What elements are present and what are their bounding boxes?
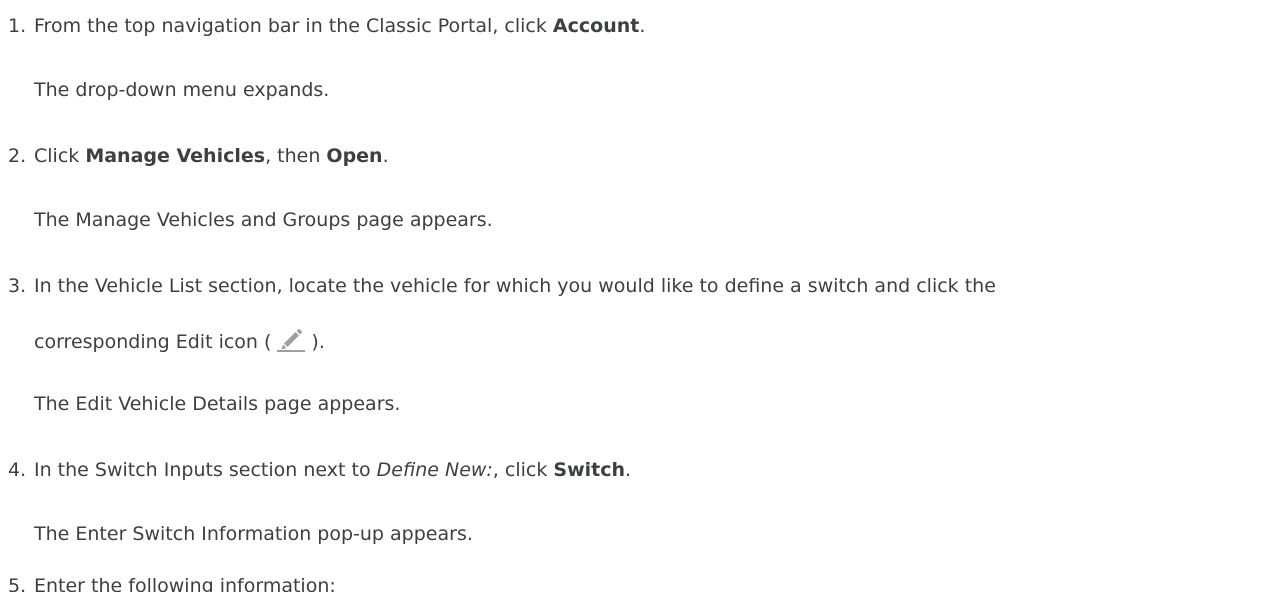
switch-label: Switch bbox=[553, 459, 626, 481]
step-text: Click bbox=[34, 145, 86, 167]
step-2: 2. Click Manage Vehicles, then Open. bbox=[0, 144, 389, 168]
step-5: 5. Enter the following information: bbox=[0, 574, 336, 592]
step-number: 2. bbox=[8, 145, 27, 167]
punctuation: . bbox=[639, 15, 646, 37]
pencil-edit-icon bbox=[275, 328, 307, 352]
punctuation: ). bbox=[311, 331, 325, 353]
step-number: 1. bbox=[8, 15, 27, 37]
step-1-result: The drop-down menu expands. bbox=[34, 79, 330, 101]
open-label: Open bbox=[326, 145, 383, 167]
step-number: 5. bbox=[8, 575, 27, 592]
punctuation: . bbox=[625, 459, 632, 481]
step-text: In the Switch Inputs section next to bbox=[34, 459, 377, 481]
account-label: Account bbox=[552, 15, 640, 37]
step-text: Enter the following information: bbox=[34, 575, 336, 592]
step-3-continuation: corresponding Edit icon ( ). bbox=[34, 328, 325, 354]
step-text: , click bbox=[492, 459, 554, 481]
step-4-result: The Enter Switch Information pop-up appe… bbox=[34, 523, 473, 545]
punctuation: . bbox=[382, 145, 389, 167]
step-text: In the Vehicle List section, locate the … bbox=[34, 275, 996, 297]
step-3-result: The Edit Vehicle Details page appears. bbox=[34, 393, 401, 415]
define-new-label: Define New: bbox=[376, 459, 493, 481]
instruction-document: 1. From the top navigation bar in the Cla… bbox=[0, 0, 1272, 592]
step-1: 1. From the top navigation bar in the Cla… bbox=[0, 14, 645, 38]
step-text: corresponding Edit icon ( bbox=[34, 331, 272, 353]
step-text: From the top navigation bar in the Class… bbox=[34, 15, 553, 37]
step-number: 4. bbox=[8, 459, 27, 481]
manage-vehicles-label: Manage Vehicles bbox=[85, 145, 266, 167]
step-2-result: The Manage Vehicles and Groups page appe… bbox=[34, 209, 493, 231]
step-number: 3. bbox=[8, 275, 27, 297]
step-text: , then bbox=[265, 145, 327, 167]
step-4: 4. In the Switch Inputs section next to D… bbox=[0, 458, 631, 482]
step-3: 3. In the Vehicle List section, locate th… bbox=[0, 274, 996, 298]
